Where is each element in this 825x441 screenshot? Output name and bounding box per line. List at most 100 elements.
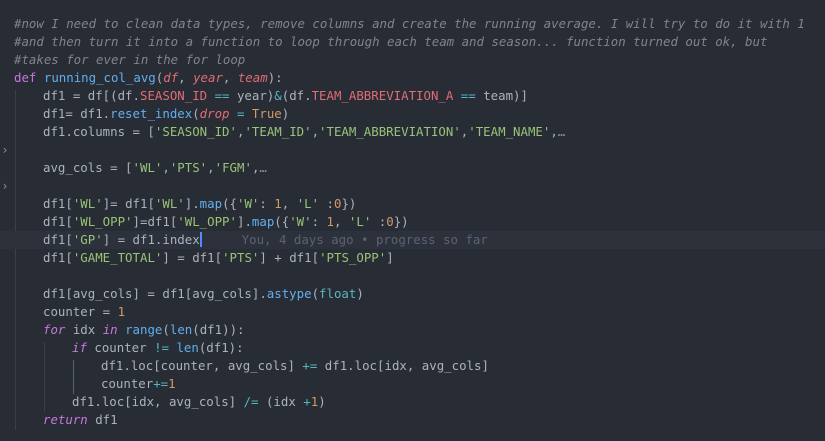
method-name: map	[199, 196, 223, 211]
code-token: counter =	[43, 304, 118, 319]
code-line[interactable]: if counter != len(df1):	[0, 339, 825, 357]
code-text: df1['GP'] = df1.index You, 4 days ago • p…	[43, 231, 488, 249]
code-text: df1.columns = ['SEASON_ID','TEAM_ID','TE…	[43, 123, 565, 141]
code-token: df1.loc[idx, avg_cols]	[72, 394, 244, 409]
code-token: df1[	[43, 214, 73, 229]
code-token: ].	[184, 196, 200, 211]
code-line[interactable]: df1.loc[idx, avg_cols] /= (idx +1)	[0, 393, 825, 411]
string-literal: 'WL'	[72, 196, 103, 211]
current-code-line[interactable]: df1['GP'] = df1.index You, 4 days ago • p…	[0, 231, 825, 249]
code-token: (df1):	[198, 340, 244, 355]
boolean-literal: True	[251, 106, 282, 121]
code-text: df1[avg_cols] = df1[avg_cols].astype(flo…	[43, 285, 364, 303]
code-line[interactable]: def running_col_avg(df, year, team):	[0, 69, 825, 87]
code-line[interactable]: df1 = df[(df.SEASON_ID == year)&(df.TEAM…	[0, 87, 825, 105]
code-line[interactable]: df1.loc[counter, avg_cols] += df1.loc[id…	[0, 357, 825, 375]
code-text: df1['WL_OPP']=df1['WL_OPP'].map({'W': 1,…	[43, 213, 409, 231]
code-line[interactable]: #takes for ever in the for loop	[0, 51, 825, 69]
code-text: df1 = df[(df.SEASON_ID == year)&(df.TEAM…	[43, 87, 528, 105]
comment-text: #and then turn it into a function to loo…	[14, 34, 768, 49]
string-literal: 'FGM'	[214, 160, 252, 175]
code-token: :	[259, 196, 275, 211]
code-line[interactable]: df1[avg_cols] = df1[avg_cols].astype(flo…	[0, 285, 825, 303]
function-name: running_col_avg	[43, 70, 156, 85]
git-blame-annotation: You, 4 days ago • progress so far	[241, 232, 488, 247]
code-line[interactable]: › df1.columns = ['SEASON_ID','TEAM_ID','…	[0, 123, 825, 157]
code-line[interactable]: df1['WL']= df1['WL'].map({'W': 1, 'L' :0…	[0, 195, 825, 213]
string-literal: 'L'	[296, 196, 320, 211]
builtin-function: len	[169, 322, 193, 337]
code-token: idx	[65, 322, 103, 337]
operator: &	[274, 88, 282, 103]
punctuation: )	[356, 286, 364, 301]
code-editor[interactable]: #now I need to clean data types, remove …	[0, 0, 825, 441]
chevron-right-icon[interactable]: ›	[0, 177, 10, 195]
code-token: team)]	[483, 88, 528, 103]
code-token: df1[	[43, 232, 73, 247]
code-token: ,	[281, 196, 297, 211]
code-token: (df1)):	[192, 322, 245, 337]
builtin-type: float	[319, 286, 357, 301]
code-text: df1['WL']= df1['WL'].map({'W': 1, 'L' :0…	[43, 195, 356, 213]
string-literal: 'WL'	[154, 196, 185, 211]
parameter: df	[163, 70, 179, 85]
number-literal: 1	[326, 214, 334, 229]
code-token: avg_cols = [	[43, 160, 133, 175]
string-literal: 'W'	[289, 214, 312, 229]
code-line[interactable]: df1['WL_OPP']=df1['WL_OPP'].map({'W': 1,…	[0, 213, 825, 231]
code-line[interactable]: return df1	[0, 411, 825, 429]
chevron-right-icon[interactable]: ›	[0, 141, 10, 159]
code-text: df1= df1.reset_index(drop = True)	[43, 105, 289, 123]
column-name: SEASON_ID	[139, 88, 208, 103]
operator: !=	[154, 340, 169, 355]
punctuation: ,	[550, 124, 558, 139]
operator: /=	[243, 394, 259, 409]
code-token: df1.columns = [	[43, 124, 155, 139]
keyword: def	[14, 70, 37, 85]
code-line[interactable]: counter+=1	[0, 375, 825, 393]
code-line[interactable]: df1= df1.reset_index(drop = True)	[0, 105, 825, 123]
code-line[interactable]: #and then turn it into a function to loo…	[0, 33, 825, 51]
column-name: TEAM_ABBREVIATION_A	[311, 88, 454, 103]
punctuation: ,	[311, 124, 320, 139]
folded-ellipsis[interactable]: …	[259, 160, 266, 175]
code-token: year)	[236, 88, 275, 103]
number-literal: 1	[168, 376, 176, 391]
method-name: astype	[266, 286, 312, 301]
code-text: df1.loc[idx, avg_cols] /= (idx +1)	[72, 393, 326, 411]
comment-text: #takes for ever in the for loop	[14, 52, 246, 67]
operator: ==	[453, 88, 484, 103]
string-literal: 'SEASON_ID'	[154, 124, 237, 139]
method-name: map	[251, 214, 275, 229]
operator: +	[303, 394, 311, 409]
code-line[interactable]: for idx in range(len(df1)):	[0, 321, 825, 339]
code-token: ({	[274, 214, 290, 229]
string-literal: 'TEAM_ID'	[244, 124, 312, 139]
parameter: year	[193, 70, 223, 85]
code-line[interactable]: › avg_cols = ['WL','PTS','FGM',…	[0, 159, 825, 193]
string-literal: 'TEAM_ABBREVIATION'	[319, 124, 461, 139]
punctuation: ,	[178, 70, 194, 85]
string-literal: 'PTS'	[222, 250, 260, 265]
code-line[interactable]: #now I need to clean data types, remove …	[0, 15, 825, 33]
punctuation: ,	[222, 70, 238, 85]
code-token: )	[318, 394, 326, 409]
folded-ellipsis[interactable]: …	[558, 124, 565, 139]
operator: ==	[207, 88, 237, 103]
string-literal: 'GP'	[72, 232, 103, 247]
code-token: df1[	[43, 250, 73, 265]
code-text: df1['GAME_TOTAL'] = df1['PTS'] + df1['PT…	[43, 249, 394, 267]
code-token: df1.loc[idx, avg_cols]	[317, 358, 489, 373]
code-token: ]=df1[	[132, 214, 178, 229]
string-literal: 'WL'	[132, 160, 163, 175]
code-line[interactable]: counter = 1	[0, 303, 825, 321]
number-literal: 1	[274, 196, 282, 211]
punctuation: (	[192, 106, 200, 121]
keyword-argument: drop	[199, 106, 230, 121]
code-token: (df.	[281, 88, 312, 103]
code-text: return df1	[43, 411, 118, 429]
punctuation: )	[281, 106, 290, 121]
string-literal: 'WL_OPP'	[177, 214, 237, 229]
code-line[interactable]: df1['GAME_TOTAL'] = df1['PTS'] + df1['PT…	[0, 249, 825, 267]
